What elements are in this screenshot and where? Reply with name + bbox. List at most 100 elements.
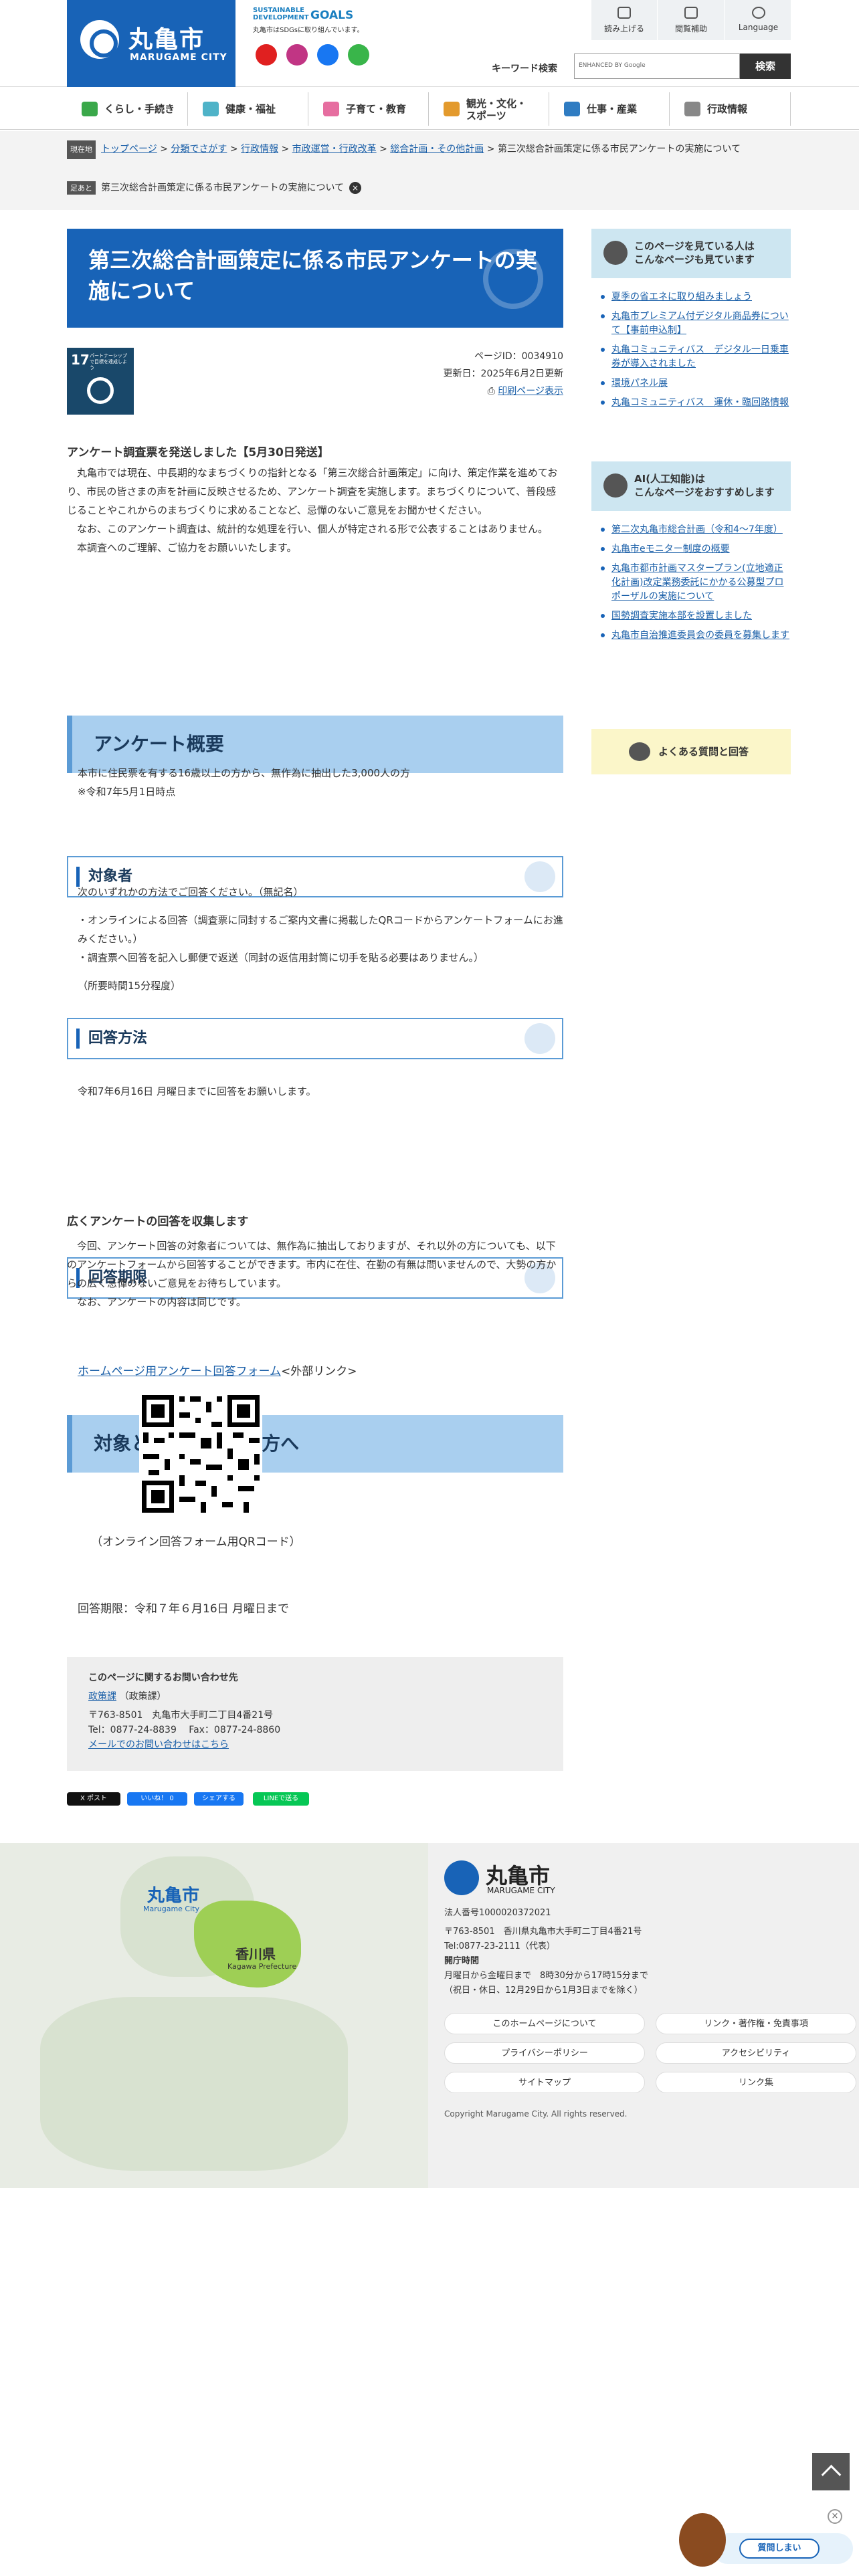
mail-link[interactable]: メールでのお問い合わせはこちら: [88, 1739, 229, 1750]
ai-link[interactable]: 丸亀市都市計画マスタープラン(立地適正化計画)改定業務委託にかかる公募型プロポー…: [611, 563, 783, 602]
viewed-link[interactable]: 丸亀コミュニティバス 運休・臨回路情報: [611, 397, 789, 408]
faq-label: よくある質問と回答: [658, 746, 749, 758]
accessibility-button[interactable]: 閲覧補助: [658, 0, 725, 40]
ai-link[interactable]: 国勢調査実施本部を設置しました: [611, 611, 752, 621]
nav-health[interactable]: 健康・福祉: [187, 92, 308, 126]
viewed-link[interactable]: 丸亀コミュニティバス デジタル一日乗車券が導入されました: [611, 344, 789, 369]
sidebar-heading-text: このページを見ている人は こんなページも見ています: [634, 240, 755, 265]
language-button[interactable]: Language: [725, 0, 791, 40]
line-icon[interactable]: [348, 44, 369, 66]
sdg-ring-icon: [87, 377, 114, 404]
map-city-en: Marugame City: [143, 1905, 199, 1913]
current-tag: 現在地: [67, 140, 96, 159]
sdg17-badge: 17 パートナーシップで目標を達成しよう: [67, 348, 134, 415]
deadline2-text: 回答期限：令和７年６月16日 月曜日まで: [78, 1602, 290, 1616]
footer-link-about[interactable]: このホームページについて: [444, 2013, 645, 2034]
list-item: 丸亀市都市計画マスタープラン(立地適正化計画)改定業務委託にかかる公募型プロポー…: [591, 562, 791, 604]
page-meta: ページID：0034910 更新日：2025年6月2日更新 ⎙ 印刷ページ表示: [444, 348, 563, 400]
others-body: 広くアンケートの回答を収集します 今回、アンケート回答の対象者については、無作為…: [67, 1212, 563, 1311]
crumb-link[interactable]: 市政運営・行政改革: [292, 144, 377, 154]
viewed-list: 夏季の省エネに取り組みましょう 丸亀市プレミアム付デジタル商品券について【事前申…: [591, 278, 791, 410]
survey-form-link[interactable]: ホームページ用アンケート回答フォーム: [78, 1365, 281, 1378]
ai-link[interactable]: 第二次丸亀市総合計画（令和4～7年度）: [611, 524, 783, 535]
chat-bubble-icon: [629, 742, 650, 761]
crumb-link[interactable]: トップページ: [101, 144, 157, 154]
youtube-icon[interactable]: [256, 44, 277, 66]
method-text: ・調査票へ回答を記入し郵便で返送（同封の返信用封筒に切手を貼る必要はありません。…: [78, 952, 484, 964]
footer-link-sitemap[interactable]: サイトマップ: [444, 2072, 645, 2093]
others-text: 今回、アンケート回答の対象者については、無作為に抽出しておりますが、それ以外の方…: [67, 1240, 557, 1289]
logo-text: 丸亀市: [128, 26, 205, 53]
crumb-link[interactable]: 分類でさがす: [171, 144, 227, 154]
footer-link-privacy[interactable]: プライバシーポリシー: [444, 2042, 645, 2064]
list-item: 国勢調査実施本部を設置しました: [591, 609, 791, 623]
sidebar-viewed: このページを見ている人は こんなページも見ています 夏季の省エネに取り組みましょ…: [591, 229, 791, 415]
logo-en: MARUGAME CITY: [130, 52, 227, 63]
external-link-label: <外部リンク>: [280, 1365, 357, 1378]
crumb-link[interactable]: 行政情報: [241, 144, 278, 154]
viewed-link[interactable]: 夏季の省エネに取り組みましょう: [611, 292, 752, 302]
facebook-like-button[interactable]: いいね！ 0: [127, 1792, 187, 1806]
read-aloud-button[interactable]: 読み上げる: [591, 0, 658, 40]
instagram-icon[interactable]: [286, 44, 308, 66]
ai-link[interactable]: 丸亀市自治推進委員会の委員を募集します: [611, 630, 789, 641]
back-to-top-button[interactable]: [812, 2453, 850, 2490]
list-item: 丸亀市自治推進委員会の委員を募集します: [591, 629, 791, 643]
footer-link-copyright[interactable]: リンク・著作権・免責事項: [656, 2013, 856, 2034]
sdgs-banner[interactable]: SUSTAINABLE DEVELOPMENT GOALS 丸亀市はSDGsに取…: [253, 7, 387, 34]
nav-label: 観光・文化・ スポーツ: [466, 98, 527, 122]
list-item: 環境パネル展: [591, 377, 791, 391]
viewed-link[interactable]: 丸亀市プレミアム付デジタル商品券について【事前申込制】: [611, 311, 789, 336]
chatbot-button[interactable]: 質問しまい: [739, 2539, 820, 2559]
dept-link[interactable]: 政策課: [88, 1691, 116, 1702]
close-icon[interactable]: ×: [349, 182, 362, 194]
location-map: 丸亀市 Marugame City 香川県 Kagawa Prefecture: [0, 1843, 428, 2188]
x-post-button[interactable]: X ポスト: [67, 1792, 120, 1806]
sdgs-sub: 丸亀市はSDGsに取り組んでいます。: [253, 27, 364, 34]
site-logo[interactable]: 丸亀市 MARUGAME CITY: [67, 0, 235, 87]
page-id: ページID：0034910: [474, 351, 563, 362]
search-input[interactable]: ENHANCED BY Google: [574, 53, 740, 79]
decoration-icon: [524, 1023, 555, 1054]
nav-work[interactable]: 仕事・産業: [549, 92, 669, 126]
ai-list: 第二次丸亀市総合計画（令和4～7年度） 丸亀市eモニター制度の概要 丸亀市都市計…: [591, 511, 791, 643]
facebook-icon[interactable]: [317, 44, 339, 66]
keyword-search-label: キーワード検索: [492, 64, 557, 74]
form-link-row: ホームページ用アンケート回答フォーム<外部リンク>: [67, 1362, 563, 1378]
target-body: 本市に住民票を有する16歳以上の方から、無作為に抽出した3,000人の方 ※令和…: [67, 764, 563, 801]
facebook-share-button[interactable]: シェアする: [194, 1792, 244, 1806]
list-item: 丸亀市プレミアム付デジタル商品券について【事前申込制】: [591, 310, 791, 338]
ai-link[interactable]: 丸亀市eモニター制度の概要: [611, 544, 730, 554]
nav-childcare[interactable]: 子育て・教育: [308, 92, 428, 126]
nav-life[interactable]: くらし・手続き: [67, 92, 187, 126]
heading-method: 回答方法: [67, 1018, 563, 1059]
print-link[interactable]: 印刷ページ表示: [498, 386, 563, 397]
site-header: 丸亀市 MARUGAME CITY SUSTAINABLE DEVELOPMEN…: [0, 0, 859, 87]
breadcrumb: 現在地 トップページ > 分類でさがす > 行政情報 > 市政運営・行政改革 > …: [0, 131, 859, 210]
line-share-button[interactable]: LINEで送る: [253, 1792, 309, 1806]
method-text: ・オンラインによる回答（調査票に同封するご案内文書に掲載したQRコードからアンケ…: [78, 914, 563, 945]
sdgs-goals: GOALS: [310, 9, 354, 22]
faq-button[interactable]: よくある質問と回答: [591, 729, 791, 774]
nav-admin[interactable]: 行政情報: [669, 92, 791, 126]
footer-link-links[interactable]: リンク集: [656, 2072, 856, 2093]
viewed-link[interactable]: 環境パネル展: [611, 378, 668, 389]
footer-link-accessibility[interactable]: アクセシビリティ: [656, 2042, 856, 2064]
global-nav: くらし・手続き 健康・福祉 子育て・教育 観光・文化・ スポーツ 仕事・産業 行…: [0, 88, 859, 130]
hours-text: 月曜日から金曜日まで 8時30分から17時15分まで: [444, 1971, 648, 1981]
contact-tel: Tel：0877-24-8839 Fax：0877-24-8860: [88, 1725, 281, 1735]
history-item[interactable]: 第三次総合計画策定に係る市民アンケートの実施について: [101, 183, 344, 193]
nav-tourism[interactable]: 観光・文化・ スポーツ: [428, 92, 549, 126]
intro-paragraph: 本調査へのご理解、ご協力をお願いいたします。: [77, 542, 297, 554]
search-button[interactable]: 検索: [740, 53, 791, 79]
briefcase-icon: [564, 102, 580, 116]
close-icon[interactable]: ×: [828, 2509, 842, 2524]
method-text: （所要時間15分程度）: [78, 980, 181, 992]
contact-address: 〒763-8501 丸亀市大手町二丁目4番21号: [88, 1710, 274, 1721]
footer-logo-en: MARUGAME CITY: [487, 1886, 555, 1895]
chatbot-widget: 質問しまい ×: [672, 2509, 857, 2569]
map-city-label: 丸亀市: [147, 1886, 200, 1906]
list-item: 丸亀市eモニター制度の概要: [591, 542, 791, 556]
nav-label: 子育て・教育: [346, 103, 407, 115]
crumb-link[interactable]: 総合計画・その他計画: [390, 144, 484, 154]
